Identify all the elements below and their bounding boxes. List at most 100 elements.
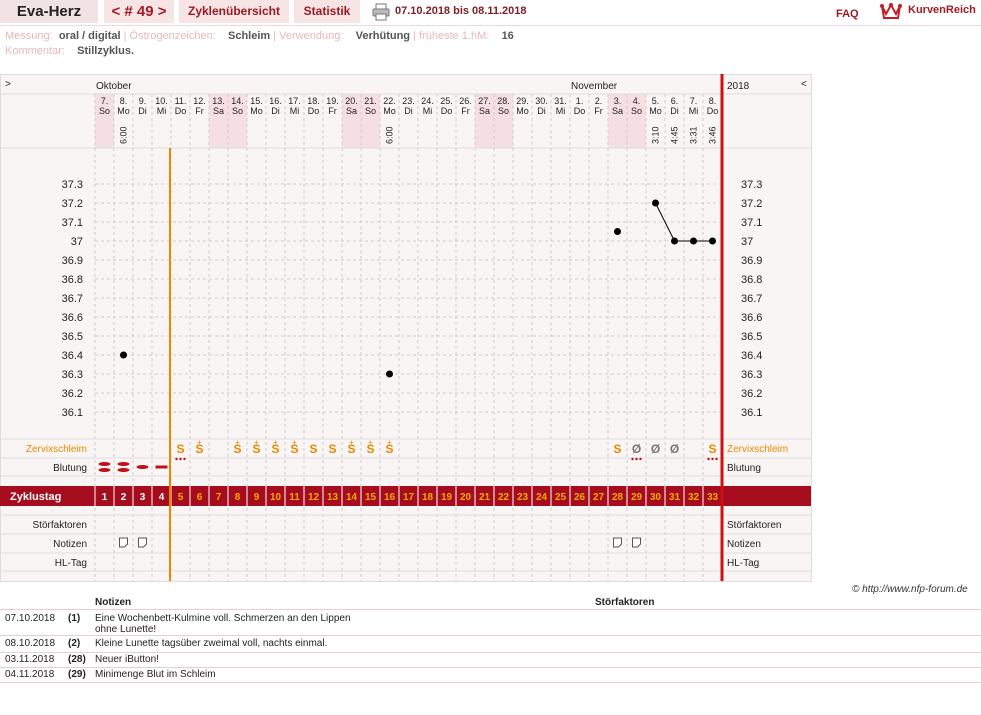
bleeding-mark	[155, 465, 168, 469]
weekday-label: Do	[707, 106, 719, 116]
cycle-day-number: 6	[197, 492, 203, 503]
temperature-axis-label-right: 36.1	[741, 407, 762, 419]
row-label-cervical-mucus: Zervixschleim	[26, 444, 87, 455]
weekday-label: So	[99, 106, 110, 116]
estrogen-value: Schleim	[228, 30, 271, 42]
day-number: 9.	[139, 96, 147, 106]
cycle-day-number: 30	[650, 492, 662, 503]
comment-value: Stillzyklus.	[77, 45, 135, 57]
measurement-time: 6:00	[119, 126, 129, 144]
day-number: 28.	[497, 96, 510, 106]
profile-title: Eva-Herz	[0, 0, 98, 23]
cycle-day-number: 12	[308, 492, 320, 503]
note-icon	[119, 537, 128, 548]
weekday-label: Do	[441, 106, 453, 116]
cycle-day-number: 25	[555, 492, 567, 503]
temperature-axis-label-left: 36.8	[62, 274, 83, 286]
day-number: 2.	[595, 96, 603, 106]
spotting-dot	[631, 457, 634, 461]
spotting-dot	[183, 457, 186, 461]
note-icon	[632, 537, 641, 548]
month-label-october: Oktober	[96, 81, 132, 92]
mucus-symbol: S	[708, 442, 716, 456]
year-label: 2018	[727, 81, 750, 92]
temperature-point	[690, 237, 697, 245]
faq-link[interactable]: FAQ	[836, 8, 859, 20]
day-number: 30.	[535, 96, 548, 106]
printer-icon[interactable]	[372, 3, 390, 21]
measurement-info: Messung: oral / digital | Östrogenzeiche…	[5, 30, 514, 42]
weekday-label: Sa	[612, 106, 623, 116]
weekday-label: Di	[537, 106, 546, 116]
cycle-day-number: 32	[688, 492, 700, 503]
day-number: 7.	[690, 96, 698, 106]
cycle-day-number: 24	[536, 492, 548, 503]
weekday-label: Do	[308, 106, 320, 116]
row-label-cycle-day: Zyklustag	[10, 491, 61, 503]
tab-statistics[interactable]: Statistik	[294, 0, 360, 23]
day-number: 6.	[671, 96, 679, 106]
weekday-label: Mo	[250, 106, 263, 116]
row-label-disturbances-right: Störfaktoren	[727, 520, 781, 531]
temperature-axis-label-left: 37.2	[62, 198, 83, 210]
cycle-day-number: 3	[140, 492, 146, 503]
weekday-label: Mi	[157, 106, 167, 116]
tab-cycle-overview[interactable]: Zyklenübersicht	[179, 0, 289, 23]
cycle-day-number: 26	[574, 492, 586, 503]
weekday-label: Di	[138, 106, 147, 116]
weekday-label: Fr	[328, 106, 337, 116]
day-number: 20.	[345, 96, 358, 106]
note-day: (28)	[68, 654, 86, 665]
day-number: 14.	[231, 96, 244, 106]
day-number: 16.	[269, 96, 282, 106]
scroll-left-arrow[interactable]: >	[5, 79, 11, 90]
measurement-time: 4:45	[670, 126, 680, 144]
row-label-notes: Notizen	[53, 539, 87, 550]
measurement-time: 3:46	[708, 126, 718, 144]
cycle-day-number: 14	[346, 492, 358, 503]
cycle-day-number: 28	[612, 492, 624, 503]
earliest-value: 16	[501, 30, 514, 42]
bleeding-mark	[98, 468, 111, 472]
day-number: 5.	[652, 96, 660, 106]
note-date: 07.10.2018	[5, 613, 56, 624]
table-row: 03.11.2018 (28) Neuer iButton!	[0, 653, 981, 668]
day-number: 7.	[101, 96, 109, 106]
day-number: 23.	[402, 96, 415, 106]
scroll-right-arrow[interactable]: <	[801, 79, 807, 90]
day-number: 17.	[288, 96, 301, 106]
temperature-axis-label-left: 37	[71, 236, 83, 248]
day-number: 26.	[459, 96, 472, 106]
note-text: Eine Wochenbett-Kulmine voll. Schmerzen …	[95, 613, 351, 624]
cycle-day-number: 5	[178, 492, 184, 503]
temperature-axis-label-right: 36.8	[741, 274, 762, 286]
bleeding-mark	[98, 462, 111, 466]
nav-divider	[0, 25, 981, 26]
temperature-axis-label-left: 36.6	[62, 312, 83, 324]
temperature-axis-label-right: 36.6	[741, 312, 762, 324]
weekday-label: So	[631, 106, 642, 116]
temperature-axis-label-left: 36.2	[62, 388, 83, 400]
day-number: 31.	[554, 96, 567, 106]
temperature-axis-label-left: 37.3	[62, 179, 83, 191]
logo-text[interactable]: KurvenReich	[908, 4, 976, 16]
mucus-dry-symbol: Ø	[632, 442, 641, 456]
mucus-plus-mark: +	[235, 438, 240, 447]
temperature-axis-label-right: 37.1	[741, 217, 762, 229]
weekday-label: Di	[404, 106, 413, 116]
note-text: Minimenge Blut im Schleim	[95, 669, 216, 680]
day-number: 11.	[175, 96, 187, 106]
earliest-label: früheste 1.hM:	[419, 30, 490, 42]
temperature-axis-label-right: 36.2	[741, 388, 762, 400]
note-day: (2)	[68, 638, 81, 649]
measurement-value: oral / digital	[58, 30, 121, 42]
cycle-day-number: 22	[498, 492, 510, 503]
cycle-selector[interactable]: < # 49 >	[104, 0, 174, 23]
weekday-label: Mo	[516, 106, 529, 116]
mucus-plus-mark: +	[197, 438, 202, 447]
row-label-disturbances: Störfaktoren	[33, 520, 87, 531]
mucus-symbol: S	[309, 442, 317, 456]
note-date: 03.11.2018	[5, 654, 55, 665]
measurement-label: Messung:	[5, 30, 53, 42]
spotting-dot	[175, 457, 178, 461]
